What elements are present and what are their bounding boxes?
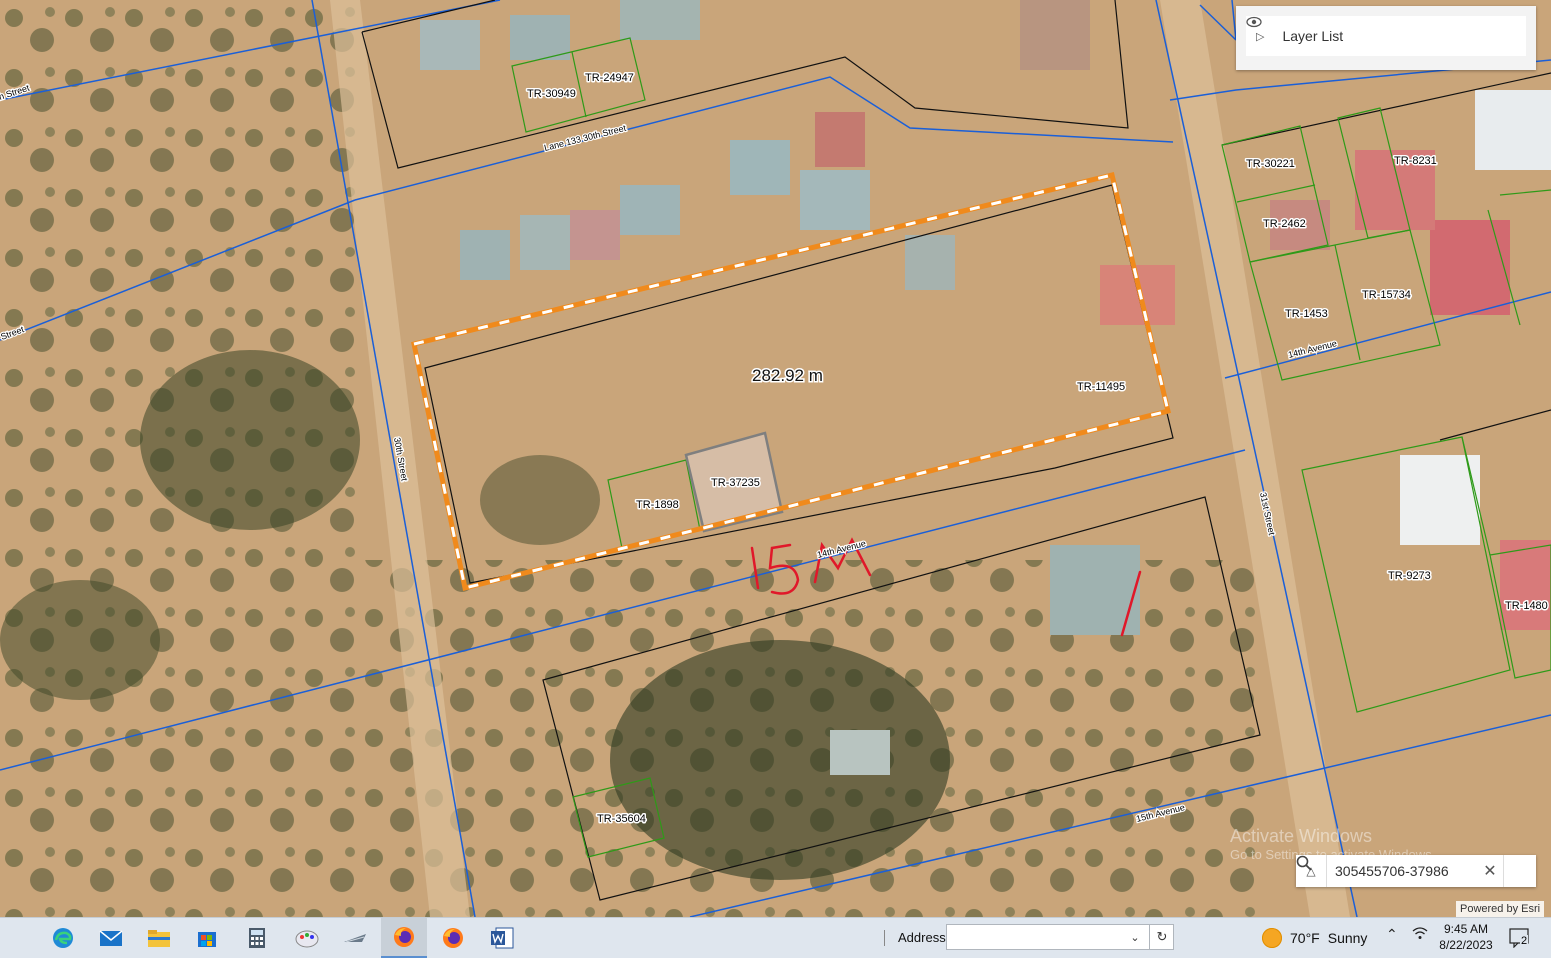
attribution[interactable]: Powered by Esri <box>1456 901 1545 917</box>
snipping-icon[interactable] <box>332 918 378 958</box>
clock[interactable]: 9:45 AM 8/22/2023 <box>1438 921 1494 953</box>
wifi-icon[interactable] <box>1412 926 1428 943</box>
parcel-label: TR-1898 <box>636 499 679 511</box>
parcel-label: TR-8231 <box>1394 155 1437 167</box>
chevron-up-icon[interactable]: ⌃ <box>1386 926 1398 943</box>
parcel-label: TR-11495 <box>1077 381 1125 393</box>
search-button[interactable] <box>1296 855 1536 887</box>
address-input[interactable]: ⌄ ↻ <box>946 924 1174 950</box>
refresh-icon[interactable]: ↻ <box>1149 925 1174 949</box>
search-icon <box>1296 855 1312 871</box>
layer-list-label: Layer List <box>1282 28 1344 44</box>
parcel-label: TR-30949 <box>527 88 576 100</box>
weather-temp: 70°F <box>1290 930 1320 946</box>
system-tray: ⌃ <box>1386 926 1428 943</box>
notification-count: 2 <box>1520 935 1529 947</box>
search-input[interactable] <box>1327 862 1477 880</box>
tree-cluster <box>0 580 160 700</box>
parcel-label: TR-15734 <box>1362 289 1411 301</box>
clock-date: 8/22/2023 <box>1439 938 1493 952</box>
address-label: Address <box>898 930 946 945</box>
parcel-label: TR-2462 <box>1263 218 1306 230</box>
file-explorer-icon[interactable] <box>136 918 182 958</box>
expand-triangle-icon[interactable]: ▷ <box>1256 30 1264 43</box>
calculator-icon[interactable] <box>234 918 280 958</box>
layer-list-row[interactable]: ▷ Layer List <box>1246 16 1526 56</box>
parcel-label: TR-1453 <box>1285 308 1328 320</box>
word-icon[interactable] <box>479 918 525 958</box>
edge-icon[interactable] <box>40 918 86 958</box>
sun-icon <box>1262 928 1282 948</box>
parcel-label: TR-9273 <box>1388 570 1431 582</box>
toolbar-divider <box>884 930 887 946</box>
tree-cluster <box>140 350 360 530</box>
map-view[interactable]: 282.92 m TR-30949 TR-24947 TR-30221 TR-8… <box>0 0 1551 917</box>
map-canvas[interactable]: 282.92 m TR-30949 TR-24947 TR-30221 TR-8… <box>0 0 1551 917</box>
layer-list-panel: ▷ Layer List <box>1236 6 1536 70</box>
notification-center-button[interactable]: 2 <box>1508 926 1532 950</box>
firefox-icon[interactable] <box>430 918 476 958</box>
tree-cluster <box>610 640 950 880</box>
search-widget: △ ✕ <box>1296 855 1536 887</box>
store-icon[interactable] <box>184 918 230 958</box>
parcel-label: TR-24947 <box>585 72 634 84</box>
parcel-label: TR-37235 <box>711 477 760 489</box>
paint-icon[interactable] <box>284 918 330 958</box>
clear-icon[interactable]: ✕ <box>1477 861 1503 881</box>
taskbar: Address ⌄ ↻ 70°F Sunny ⌃ 9:45 AM 8/22/20… <box>0 917 1551 958</box>
measurement-label: 282.92 m <box>752 366 823 385</box>
weather-condition: Sunny <box>1327 930 1368 946</box>
clock-time: 9:45 AM <box>1443 922 1489 936</box>
weather-widget[interactable]: 70°F Sunny <box>1262 926 1367 950</box>
parcel-label: TR-1480 <box>1505 600 1548 612</box>
tree-cluster <box>480 455 600 545</box>
parcel-label: TR-35604 <box>597 813 646 825</box>
watermark-title: Activate Windows <box>1230 826 1373 846</box>
mail-icon[interactable] <box>88 918 134 958</box>
firefox-icon[interactable] <box>381 918 427 958</box>
chevron-down-icon[interactable]: ⌄ <box>1123 925 1147 949</box>
parcel-label: TR-30221 <box>1246 158 1295 170</box>
